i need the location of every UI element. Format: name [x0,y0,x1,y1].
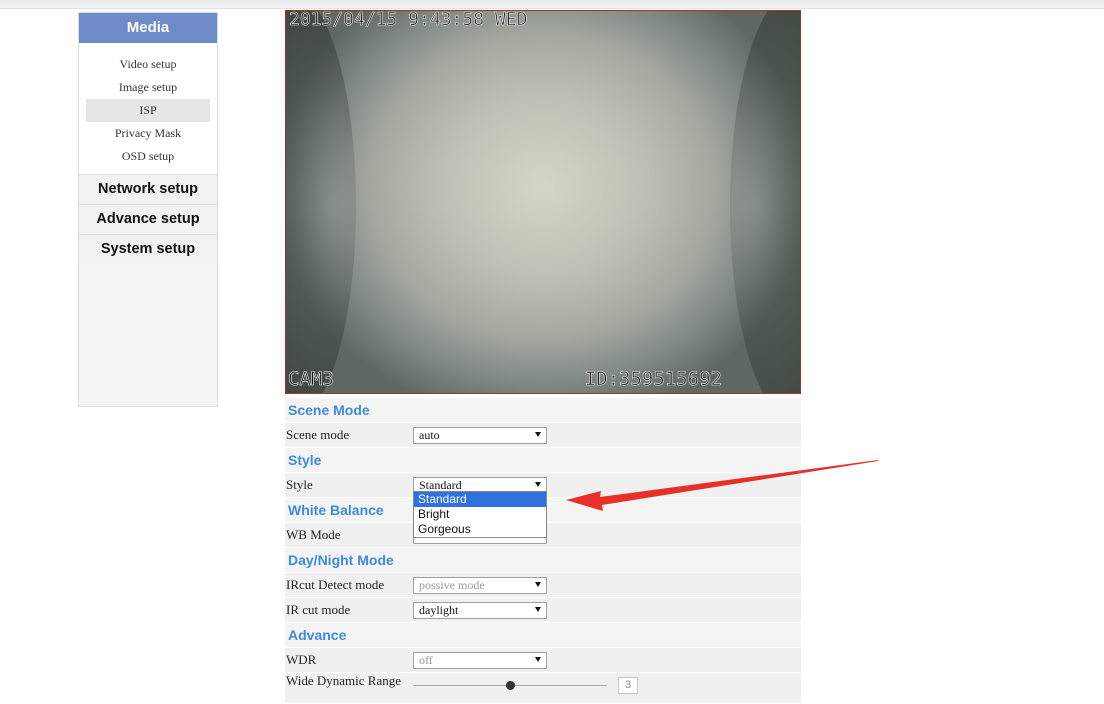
annotation-arrow [566,460,878,511]
red-arrow-icon [566,460,878,511]
